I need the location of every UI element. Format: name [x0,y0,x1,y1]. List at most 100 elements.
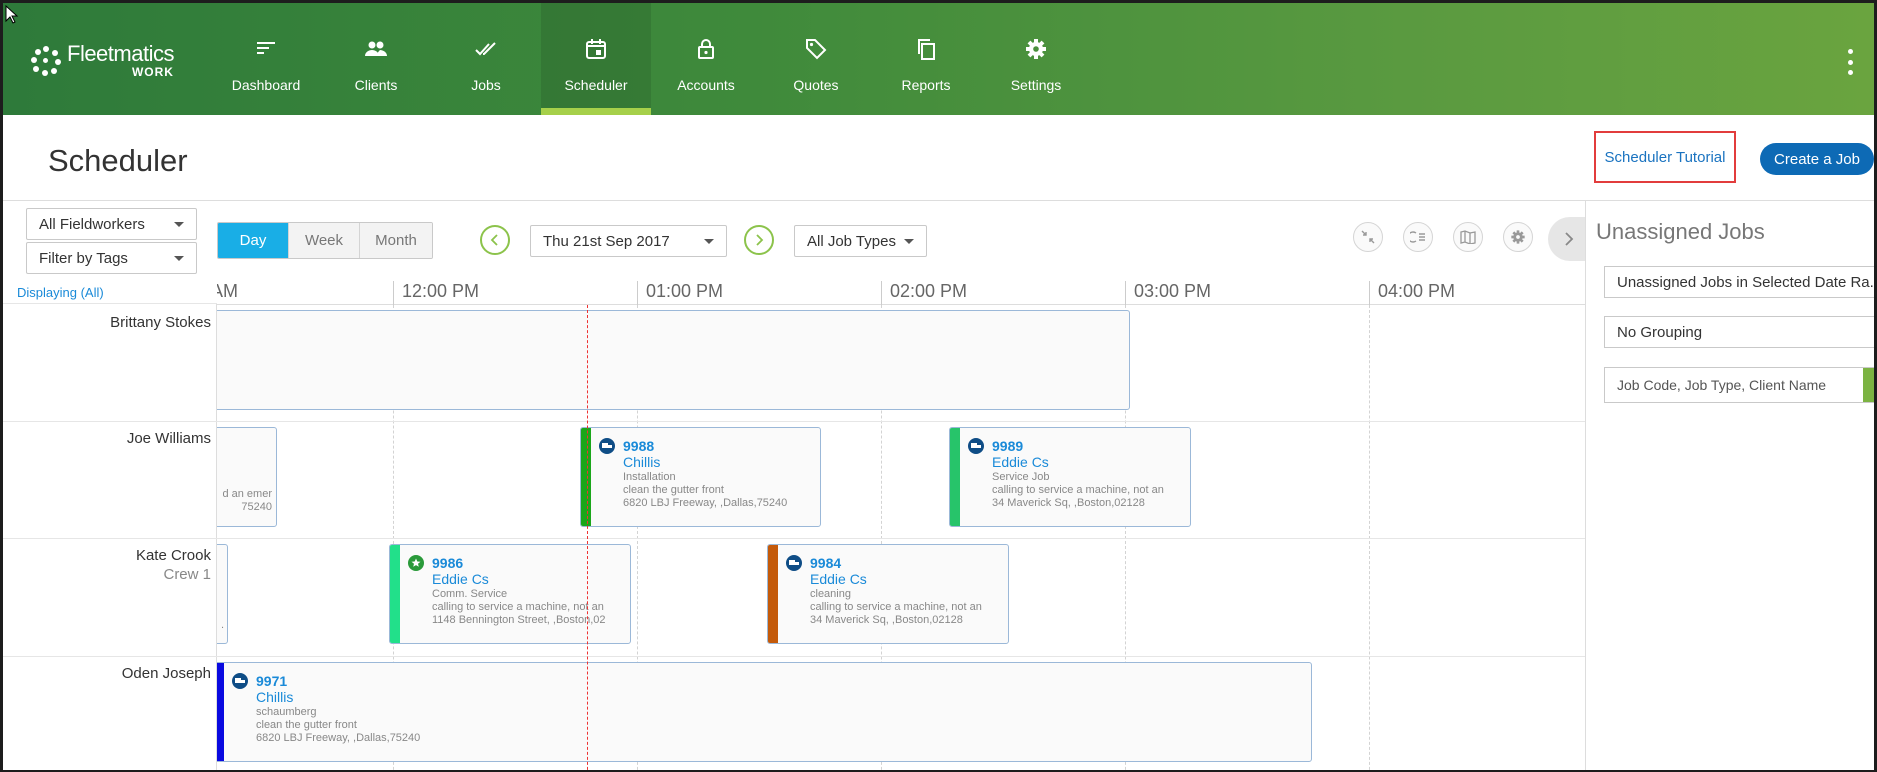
calendar-icon [586,39,606,59]
toggle-unassigned-button[interactable] [1403,222,1433,252]
job-status-stripe [390,545,400,643]
chevron-down-icon [174,222,184,227]
job-block-9989[interactable]: 9989 Eddie Cs Service Job calling to ser… [949,427,1191,527]
hour-label: 03:00 PM [1125,281,1211,305]
scheduler-settings-button[interactable] [1503,222,1533,252]
logo-mark-icon [31,45,61,76]
nav-clients[interactable]: Clients [321,3,431,115]
job-desc: . [220,619,224,631]
jobs-icon [475,42,496,56]
page-title: Scheduler [48,143,188,178]
scheduler-tutorial-link[interactable]: Scheduler Tutorial [1594,131,1736,183]
list-arrow-icon [1410,231,1425,243]
job-addr: 1148 Bennington Street, ,Boston,02 [432,614,606,626]
hour-label: 01:00 PM [637,281,723,305]
view-month-button[interactable]: Month [360,223,432,258]
map-view-button[interactable] [1453,222,1483,252]
unassigned-search-box: Job Code, Job Type, Client Name [1604,367,1874,403]
job-code: 9984 [810,555,842,571]
chevron-left-icon [490,234,498,246]
tags-filter-select[interactable]: Filter by Tags [26,242,197,274]
job-block-9988[interactable]: 9988 Chillis Installation clean the gutt… [580,427,821,527]
prev-day-button[interactable] [480,225,510,255]
hour-label: 02:00 PM [881,281,967,305]
view-week-button[interactable]: Week [289,223,360,258]
nav-dashboard[interactable]: Dashboard [211,3,321,115]
worker-name: Oden Joseph [121,665,211,682]
date-value: Thu 21st Sep 2017 [543,232,670,250]
compress-view-button[interactable] [1353,222,1383,252]
nav-scheduler[interactable]: Scheduler [541,3,651,115]
row-divider [217,656,1585,657]
mouse-cursor-icon [5,5,19,24]
fieldworkers-select[interactable]: All Fieldworkers [26,208,197,240]
row-divider [3,303,217,304]
job-type: cleaning [810,588,851,600]
chevron-down-icon [704,239,714,244]
create-job-button[interactable]: Create a Job [1760,143,1874,175]
job-client: Eddie Cs [432,571,489,587]
worker-kate-crook[interactable]: Kate Crook Crew 1 [3,547,217,583]
nav-quotes[interactable]: Quotes [761,3,871,115]
view-toggle: Day Week Month [217,222,433,259]
job-desc: clean the gutter front [623,484,724,496]
job-block-9971[interactable]: 9971 Chillis schaumberg clean the gutter… [217,662,1312,762]
date-select[interactable]: Thu 21st Sep 2017 [530,225,727,257]
truck-icon [232,673,248,689]
job-types-select[interactable]: All Job Types [794,225,927,257]
nav-reports[interactable]: Reports [871,3,981,115]
job-addr: 6820 LBJ Freeway, ,Dallas,75240 [256,732,421,744]
row-divider [3,656,217,657]
unassigned-search-input[interactable]: Job Code, Job Type, Client Name [1617,377,1826,393]
job-block-partial[interactable]: . [217,544,228,644]
panel-title: Unassigned Jobs [1596,219,1765,244]
job-client: Eddie Cs [810,571,867,587]
job-block-brittany[interactable] [217,310,1130,410]
job-client: Chillis [623,454,661,470]
compress-icon [1361,230,1375,244]
search-button[interactable] [1863,368,1874,402]
job-addr: 75240 [241,501,272,513]
job-status-stripe [217,663,224,761]
gear-icon [1026,39,1046,59]
more-menu-icon[interactable] [1846,49,1854,75]
row-divider [3,421,217,422]
clients-icon [365,41,387,56]
truck-icon [968,438,984,454]
displaying-filter-link[interactable]: Displaying (All) [17,285,104,300]
collapse-panel-button[interactable] [1548,217,1590,261]
job-block-partial[interactable]: d an emer 75240 [217,427,277,527]
truck-icon [786,555,802,571]
job-desc: clean the gutter front [256,719,357,731]
next-day-button[interactable] [744,225,774,255]
nav-label: Jobs [471,77,501,93]
nav-jobs[interactable]: Jobs [431,3,541,115]
worker-name: Kate Crook [135,547,211,564]
title-bar: Scheduler Scheduler Tutorial Create a Jo… [3,115,1874,201]
worker-brittany-stokes[interactable]: Brittany Stokes [3,314,217,331]
nav-settings[interactable]: Settings [981,3,1091,115]
job-block-9984[interactable]: 9984 Eddie Cs cleaning calling to servic… [767,544,1009,644]
nav-items: Dashboard Clients Jobs Scheduler Account… [211,3,1091,115]
job-desc: calling to service a machine, not an [432,601,604,613]
star-icon [408,555,424,571]
job-block-9986[interactable]: 9986 Eddie Cs Comm. Service calling to s… [389,544,631,644]
worker-joe-williams[interactable]: Joe Williams [3,430,217,447]
view-day-button[interactable]: Day [218,223,289,258]
nav-accounts[interactable]: Accounts [651,3,761,115]
nav-label: Reports [901,77,951,93]
brand-logo[interactable]: Fleetmatics WORK [31,43,174,78]
job-client: Chillis [256,689,294,705]
job-desc: calling to service a machine, not an [810,601,982,613]
job-status-stripe [768,545,778,643]
job-type: Installation [623,471,676,483]
truck-icon [599,438,615,454]
timeline: AM 12:00 PM 01:00 PM 02:00 PM 03:00 PM 0… [217,275,1585,770]
unassigned-range-select[interactable]: Unassigned Jobs in Selected Date Ra... [1604,266,1874,298]
job-client: Eddie Cs [992,454,1049,470]
job-type: Comm. Service [432,588,508,600]
job-status-stripe [581,428,591,526]
worker-oden-joseph[interactable]: Oden Joseph [3,665,217,682]
grouping-select[interactable]: No Grouping [1604,316,1874,348]
hour-label: 04:00 PM [1369,281,1455,305]
